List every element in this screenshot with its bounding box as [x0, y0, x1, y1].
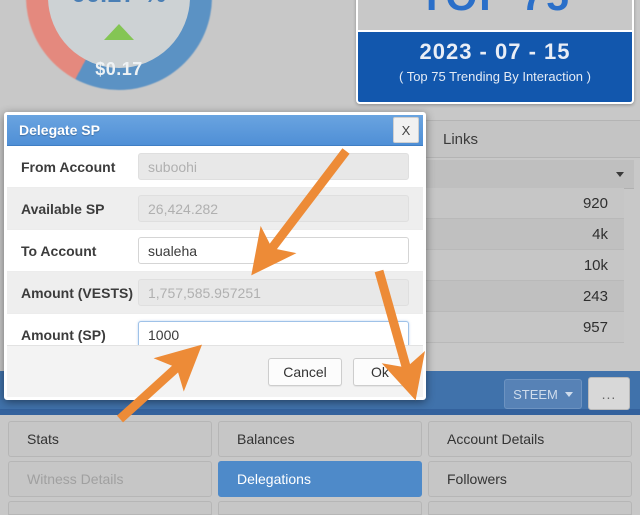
- dialog-title: Delegate SP: [19, 122, 100, 138]
- control-available-sp: [138, 195, 423, 222]
- caret-down-icon[interactable]: [616, 171, 624, 177]
- table-row[interactable]: 4k: [418, 219, 624, 250]
- label-amount-vests: Amount (VESTS): [21, 284, 133, 301]
- tab-row3-col2[interactable]: [218, 501, 422, 515]
- dialog-form: From Account Available SP To Account Amo…: [7, 146, 423, 356]
- gauge-percent-value: 66.27 %: [26, 0, 212, 9]
- column-header-links[interactable]: Links: [424, 120, 640, 158]
- navigation-tab-grid: Stats Balances Account Details Witness D…: [0, 415, 640, 515]
- control-amount-sp: [138, 321, 423, 348]
- tab-stats[interactable]: Stats: [8, 421, 212, 457]
- field-row-from-account: From Account: [7, 146, 423, 188]
- control-to-account: [138, 237, 423, 264]
- triangle-up-icon: [104, 24, 134, 40]
- top75-panel: TOP 75 2023 - 07 - 15 ( Top 75 Trending …: [356, 0, 634, 104]
- column-filter-row[interactable]: [418, 160, 634, 189]
- currency-select[interactable]: STEEM: [504, 379, 582, 409]
- tab-balances[interactable]: Balances: [218, 421, 422, 457]
- dialog-footer: Cancel Ok: [7, 345, 423, 397]
- from-account-field: [138, 153, 409, 180]
- control-from-account: [138, 153, 423, 180]
- table-row[interactable]: 920: [418, 188, 624, 219]
- close-icon[interactable]: X: [393, 117, 419, 143]
- caret-down-icon: [564, 391, 573, 397]
- amount-sp-field[interactable]: [138, 321, 409, 348]
- tab-row3-col3[interactable]: [428, 501, 632, 515]
- links-value-list: 920 4k 10k 243 957: [418, 188, 624, 343]
- table-row[interactable]: 957: [418, 312, 624, 343]
- control-amount-vests: [138, 279, 423, 306]
- ok-button[interactable]: Ok: [353, 357, 407, 386]
- label-available-sp: Available SP: [21, 200, 105, 217]
- top75-date: 2023 - 07 - 15: [419, 39, 571, 64]
- table-row[interactable]: 243: [418, 281, 624, 312]
- field-row-available-sp: Available SP: [7, 188, 423, 230]
- tab-followers[interactable]: Followers: [428, 461, 632, 497]
- tab-delegations[interactable]: Delegations: [218, 461, 422, 497]
- field-row-amount-vests: Amount (VESTS): [7, 272, 423, 314]
- available-sp-field: [138, 195, 409, 222]
- dialog-title-bar: Delegate SP X: [7, 115, 423, 146]
- top75-subtitle: ( Top 75 Trending By Interaction ): [399, 69, 591, 84]
- tab-row3-col1[interactable]: [8, 501, 212, 515]
- currency-select-label: STEEM: [513, 386, 558, 402]
- gauge-widget: 66.27 % $0.17: [26, 0, 212, 90]
- table-row[interactable]: 10k: [418, 250, 624, 281]
- tab-witness-details: Witness Details: [8, 461, 212, 497]
- to-account-field[interactable]: [138, 237, 409, 264]
- label-to-account: To Account: [21, 242, 97, 259]
- field-row-to-account: To Account: [7, 230, 423, 272]
- gauge-price-value: $0.17: [95, 59, 143, 79]
- amount-vests-field: [138, 279, 409, 306]
- tab-account-details[interactable]: Account Details: [428, 421, 632, 457]
- delegate-sp-dialog: Delegate SP X From Account Available SP …: [4, 112, 426, 400]
- label-from-account: From Account: [21, 158, 116, 175]
- more-options-button[interactable]: ...: [588, 377, 630, 410]
- label-amount-sp: Amount (SP): [21, 326, 106, 343]
- cancel-button[interactable]: Cancel: [268, 357, 342, 386]
- top75-title: TOP 75: [358, 0, 632, 32]
